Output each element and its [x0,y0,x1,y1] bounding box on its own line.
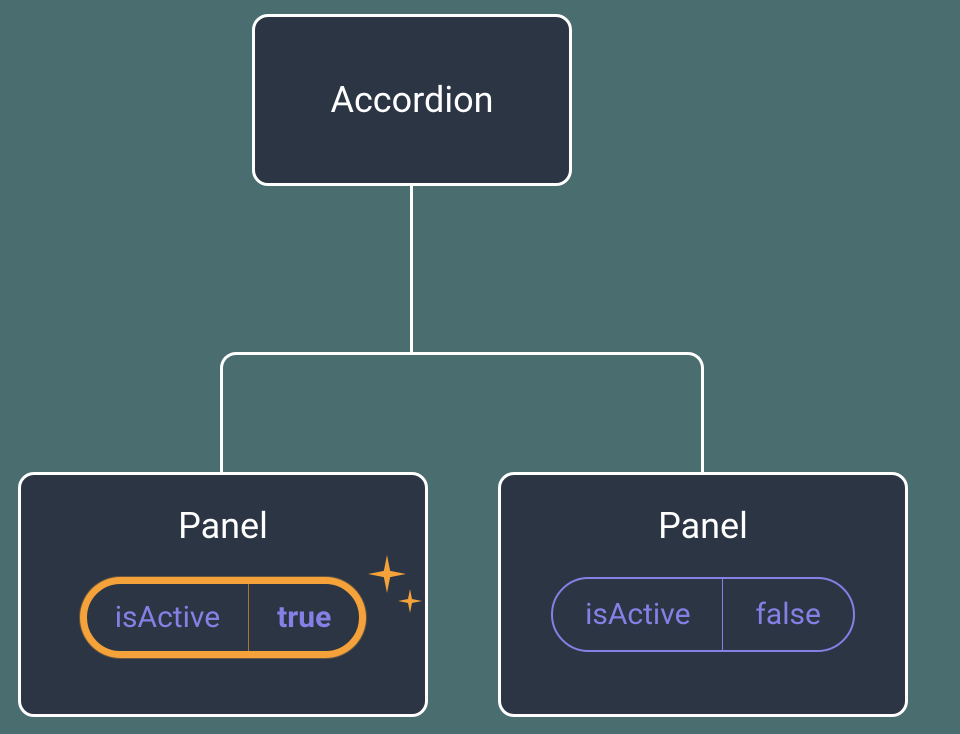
panel-node-right: Panel isActive false [498,472,908,717]
sparkle-icon [368,555,406,593]
property-name-left: isActive [87,584,249,651]
property-pill-right: isActive false [551,577,855,652]
connector-branch [220,352,704,472]
sparkle-icon [398,589,422,613]
connector-root-down [410,186,413,352]
panel-node-left: Panel isActive true [18,472,428,717]
panel-title-left: Panel [178,505,268,547]
property-name-right: isActive [553,579,723,650]
panel-title-right: Panel [658,505,748,547]
accordion-node: Accordion [252,14,572,186]
property-value-right: false [723,579,852,650]
property-pill-left: isActive true [80,577,367,658]
accordion-label: Accordion [330,79,493,121]
property-value-left: true [249,584,359,651]
